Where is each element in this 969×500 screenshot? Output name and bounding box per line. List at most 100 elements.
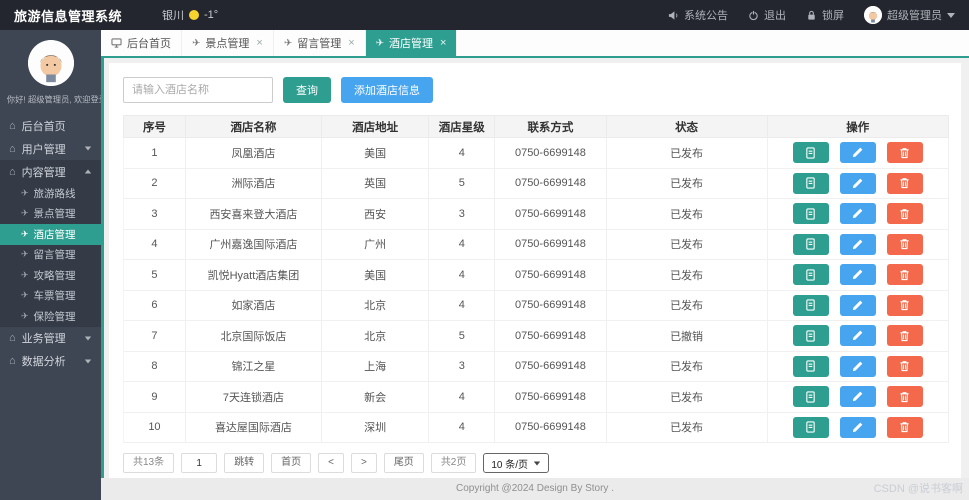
sidebar-greeting: 你好! 超级管理员, 欢迎登录: [6, 95, 101, 105]
sidebar-subitem-label: 车票管理: [33, 290, 76, 303]
view-button[interactable]: [792, 264, 829, 286]
cell-index: 7: [123, 320, 186, 352]
tab-scenic[interactable]: ✈ 景点管理 ×: [182, 30, 274, 56]
delete-button[interactable]: [886, 233, 923, 255]
cell-index: 10: [123, 411, 186, 443]
per-page-label: 10 条/页: [491, 459, 529, 471]
sidebar-subitem-routes[interactable]: ✈ 旅游路线: [0, 183, 101, 204]
edit-button[interactable]: [839, 386, 876, 408]
sidebar-subitem-ticket[interactable]: ✈ 车票管理: [0, 286, 101, 307]
sidebar-subitem-label: 景点管理: [33, 208, 76, 221]
plane-icon: ✈: [21, 269, 29, 280]
cell-status: 已发布: [605, 167, 768, 199]
sidebar-item-users[interactable]: ⌂ 用户管理: [0, 137, 101, 160]
trash-icon: [900, 330, 909, 341]
edit-button[interactable]: [839, 142, 876, 164]
sidebar-subitem-label: 攻略管理: [33, 269, 76, 282]
user-menu[interactable]: 超级管理员: [864, 6, 955, 24]
chevron-left-icon: <: [328, 457, 334, 468]
search-button[interactable]: 查询: [283, 77, 331, 103]
sidebar-subitem-label: 旅游路线: [33, 187, 76, 200]
sidebar-subitem-message[interactable]: ✈ 留言管理: [0, 245, 101, 266]
sidebar-subitem-insurance[interactable]: ✈ 保险管理: [0, 306, 101, 327]
document-icon: [806, 208, 815, 220]
table-row: 5 凯悦Hyatt酒店集团 美国 4 0750-6699148 已发布: [123, 259, 949, 291]
add-hotel-button[interactable]: 添加酒店信息: [341, 77, 433, 103]
delete-button[interactable]: [886, 416, 923, 438]
plane-icon: ✈: [21, 310, 29, 321]
total-pages: 共2页: [430, 453, 477, 473]
trash-icon: [900, 269, 909, 280]
cell-address: 北京: [320, 320, 430, 352]
sidebar-item-label: 业务管理: [21, 333, 66, 345]
tab-hotel[interactable]: ✈ 酒店管理 ×: [365, 30, 458, 56]
delete-button[interactable]: [886, 386, 923, 408]
logout-button[interactable]: 退出: [748, 7, 786, 23]
delete-button[interactable]: [886, 355, 923, 377]
view-button[interactable]: [792, 416, 829, 438]
view-button[interactable]: [792, 355, 829, 377]
pencil-icon: [853, 178, 863, 188]
edit-button[interactable]: [839, 233, 876, 255]
pencil-icon: [853, 330, 863, 341]
cell-contact: 0750-6699148: [494, 167, 607, 199]
cell-contact: 0750-6699148: [494, 320, 607, 352]
announcement-button[interactable]: 系统公告: [668, 7, 728, 23]
close-icon[interactable]: ×: [348, 37, 354, 49]
close-icon[interactable]: ×: [256, 37, 262, 49]
sidebar-avatar-wrap: [0, 40, 101, 86]
view-button[interactable]: [792, 294, 829, 316]
edit-button[interactable]: [839, 355, 876, 377]
cell-index: 5: [123, 259, 186, 291]
sidebar-subitem-scenic[interactable]: ✈ 景点管理: [0, 204, 101, 225]
sidebar-subitem-guide[interactable]: ✈ 攻略管理: [0, 265, 101, 286]
first-page-button[interactable]: 首页: [271, 453, 312, 473]
edit-button[interactable]: [839, 203, 876, 225]
sidebar-item-analytics[interactable]: ⌂ 数据分析: [0, 350, 101, 373]
home-icon: ⌂: [9, 355, 16, 367]
delete-button[interactable]: [886, 142, 923, 164]
tab-message[interactable]: ✈ 留言管理 ×: [274, 30, 366, 56]
edit-button[interactable]: [839, 416, 876, 438]
prev-page-button[interactable]: <: [318, 453, 344, 473]
cell-status: 已发布: [605, 198, 768, 230]
lock-screen-label: 锁屏: [822, 10, 844, 22]
hotel-table-body: 1 凤凰酒店 美国 4 0750-6699148 已发布 2 洲际酒店 英国 5 0750-669…: [123, 137, 949, 443]
delete-button[interactable]: [886, 325, 923, 347]
document-icon: [806, 269, 815, 281]
delete-button[interactable]: [886, 203, 923, 225]
close-icon[interactable]: ×: [440, 37, 446, 49]
sidebar-item-business[interactable]: ⌂ 业务管理: [0, 327, 101, 350]
lock-screen-button[interactable]: 锁屏: [806, 7, 844, 23]
last-page-button[interactable]: 尾页: [383, 453, 424, 473]
plane-icon: ✈: [21, 249, 29, 260]
delete-button[interactable]: [886, 172, 923, 194]
jump-button[interactable]: 跳转: [224, 453, 265, 473]
view-button[interactable]: [792, 142, 829, 164]
tab-dashboard[interactable]: 后台首页: [101, 30, 182, 56]
sidebar-subitem-hotel[interactable]: ✈ 酒店管理: [0, 224, 101, 245]
app: 旅游信息管理系统 银川 -1° 系统公告 退出 锁屏 超级管理员 你好! 超级管…: [0, 0, 969, 500]
view-button[interactable]: [792, 386, 829, 408]
edit-button[interactable]: [839, 325, 876, 347]
view-button[interactable]: [792, 203, 829, 225]
per-page-select[interactable]: 10 条/页: [483, 453, 550, 473]
view-button[interactable]: [792, 325, 829, 347]
page-input[interactable]: [181, 453, 218, 473]
sidebar-item-content[interactable]: ⌂ 内容管理: [0, 160, 101, 183]
delete-button[interactable]: [886, 294, 923, 316]
edit-button[interactable]: [839, 264, 876, 286]
delete-button[interactable]: [886, 264, 923, 286]
search-input[interactable]: [123, 77, 273, 103]
lock-icon: [806, 10, 817, 21]
cell-name: 西安喜来登大酒店: [184, 198, 323, 230]
edit-button[interactable]: [839, 294, 876, 316]
document-icon: [806, 391, 815, 403]
sidebar-item-dashboard[interactable]: ⌂ 后台首页: [0, 114, 101, 137]
pencil-icon: [853, 300, 863, 310]
next-page-button[interactable]: >: [350, 453, 377, 473]
view-button[interactable]: [792, 233, 829, 255]
trash-icon: [900, 208, 909, 219]
edit-button[interactable]: [839, 172, 876, 194]
view-button[interactable]: [792, 172, 829, 194]
